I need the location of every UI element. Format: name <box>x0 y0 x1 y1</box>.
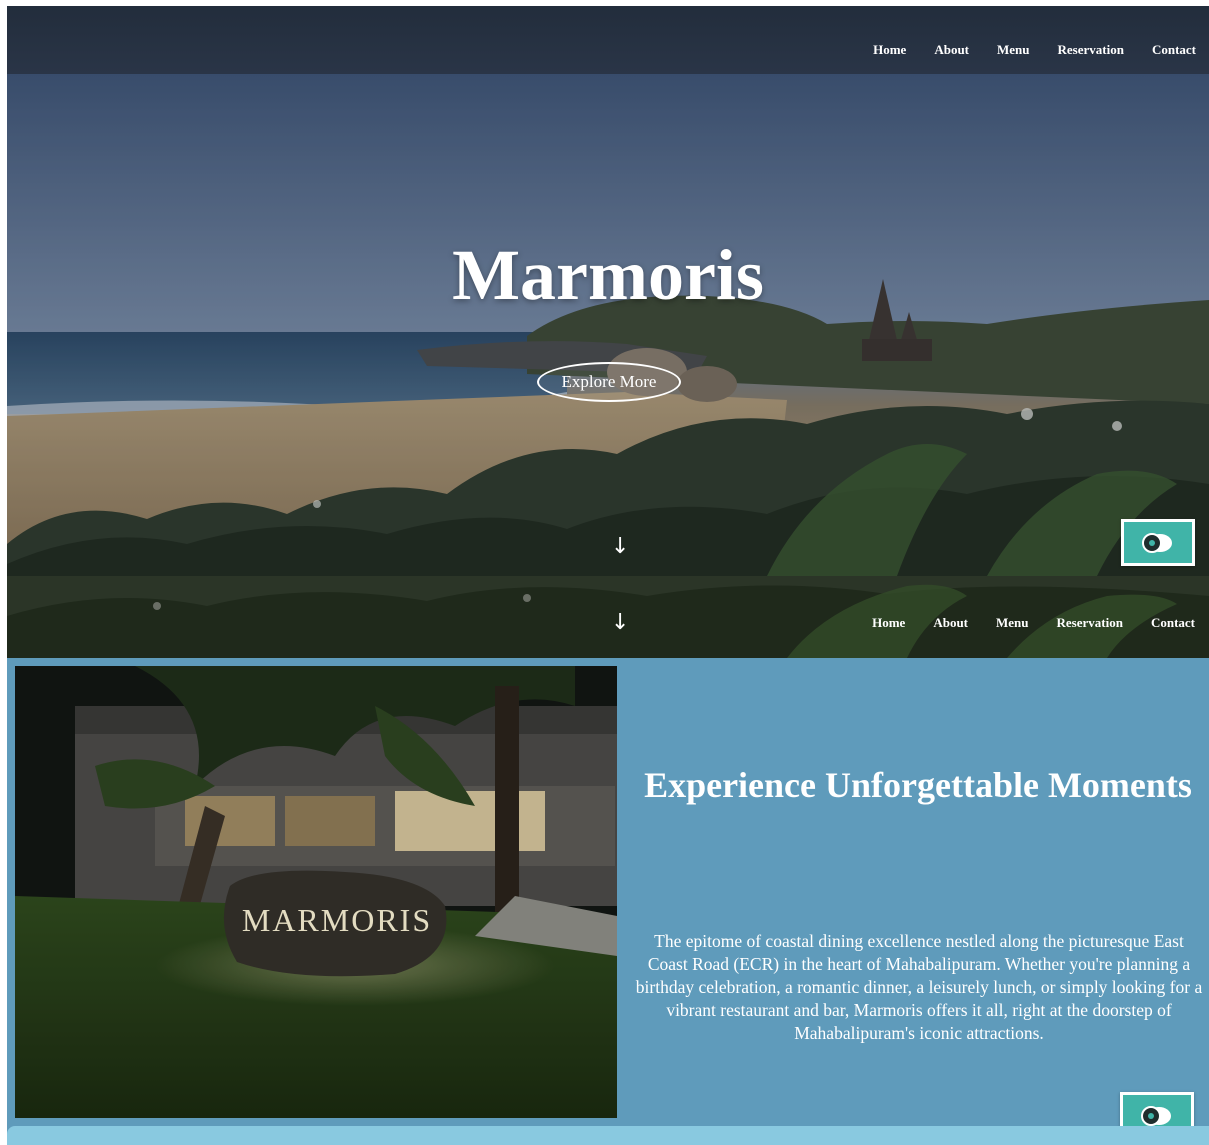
nav-menu-link[interactable]: Menu <box>997 42 1030 58</box>
about-title: Experience Unforgettable Moments <box>644 765 1192 805</box>
about-section: MARMORIS Experience Unforgettable Moment… <box>7 658 1209 1139</box>
hero-section: Marmoris Explore More ↓ <box>7 74 1209 576</box>
main-nav: Home About Menu Reservation Contact <box>873 42 1196 58</box>
top-navbar: Home About Menu Reservation Contact <box>7 6 1209 74</box>
sticky-nav-reservation-link[interactable]: Reservation <box>1057 615 1123 631</box>
nav-about-link[interactable]: About <box>934 42 969 58</box>
sticky-nav-contact-link[interactable]: Contact <box>1151 615 1195 631</box>
sticky-nav-strip: ↓ Home About Menu Reservation Contact <box>7 576 1209 658</box>
next-section-edge <box>7 1126 1209 1145</box>
hero-title: Marmoris <box>452 235 764 315</box>
sticky-nav-home-link[interactable]: Home <box>872 615 905 631</box>
hero-background-image <box>7 74 1209 576</box>
nav-contact-link[interactable]: Contact <box>1152 42 1196 58</box>
explore-more-button[interactable]: Explore More <box>537 362 681 402</box>
about-description: The epitome of coastal dining excellence… <box>635 931 1203 1043</box>
restaurant-night-photo: MARMORIS <box>15 666 617 1118</box>
scroll-down-arrow-icon-2[interactable]: ↓ <box>611 612 629 634</box>
sticky-nav-menu-link[interactable]: Menu <box>996 615 1029 631</box>
nav-home-link[interactable]: Home <box>873 42 906 58</box>
sticky-nav-about-link[interactable]: About <box>933 615 968 631</box>
chat-bubble-icon <box>1124 522 1192 563</box>
scroll-down-arrow-icon[interactable]: ↓ <box>611 536 629 558</box>
sticky-nav: Home About Menu Reservation Contact <box>872 615 1195 631</box>
chat-widget-button[interactable] <box>1121 519 1195 566</box>
nav-reservation-link[interactable]: Reservation <box>1058 42 1124 58</box>
